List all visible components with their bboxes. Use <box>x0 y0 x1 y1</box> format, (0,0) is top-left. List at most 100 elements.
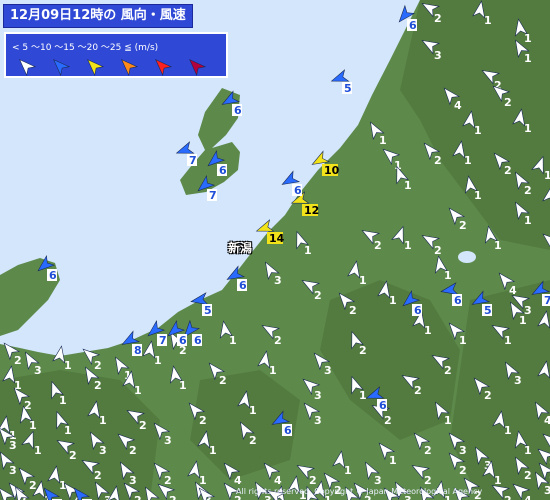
wind-speed-label: 2 <box>314 289 322 302</box>
wind-speed-label: 1 <box>154 354 162 367</box>
wind-speed-label: 2 <box>524 469 532 482</box>
legend-arrow <box>189 59 207 76</box>
wind-speed-label: 1 <box>484 14 492 27</box>
wind-speed-label: 1 <box>199 474 207 487</box>
wind-speed-label: 3 <box>129 474 137 487</box>
wind-speed-label: 1 <box>424 324 432 337</box>
wind-speed-label: 2 <box>524 184 532 197</box>
wind-speed-label: 2 <box>504 494 512 500</box>
wind-speed-label: 6 <box>409 19 417 32</box>
wind-speed-label: 1 <box>524 122 532 135</box>
wind-speed-label: 1 <box>524 52 532 65</box>
wind-speed-label: 2 <box>129 444 137 457</box>
wind-speed-label: 1 <box>524 32 532 45</box>
wind-speed-label: 2 <box>94 469 102 482</box>
copyright-text: All rights reserved. Copyright © Japan M… <box>236 487 483 496</box>
wind-speed-label: 1 <box>389 454 397 467</box>
city-label-niigata: 新潟 <box>228 241 253 255</box>
wind-speed-label: 2 <box>459 464 467 477</box>
wind-speed-label: 2 <box>309 474 317 487</box>
wind-speed-label: 1 <box>134 384 142 397</box>
wind-speed-label: 5 <box>204 304 212 317</box>
wind-speed-label: 2 <box>69 449 77 462</box>
wind-speed-label: 1 <box>459 334 467 347</box>
wind-speed-label: 5 <box>484 304 492 317</box>
wind-speed-label: 1 <box>524 444 532 457</box>
wind-speed-label: 1 <box>504 424 512 437</box>
wind-speed-label: 2 <box>164 474 172 487</box>
wind-speed-label: 6 <box>284 424 292 437</box>
wind-speed-label: 2 <box>134 494 142 500</box>
wind-speed-label: 7 <box>209 189 217 202</box>
wind-speed-label: 2 <box>504 96 512 109</box>
wind-speed-label: 3 <box>514 374 522 387</box>
wind-speed-label: 7 <box>189 154 197 167</box>
wind-speed-label: 1 <box>444 414 452 427</box>
legend-arrow <box>155 59 173 76</box>
wind-speed-label: 6 <box>454 294 462 307</box>
wind-speed-label: 3 <box>314 389 322 402</box>
wind-speed-label: 7 <box>544 294 550 307</box>
wind-speed-label: 1 <box>34 444 42 457</box>
wind-speed-label: 6 <box>179 334 187 347</box>
wind-speed-label: 3 <box>374 474 382 487</box>
wind-speed-label: 1 <box>59 394 67 407</box>
wind-speed-label: 1 <box>519 314 527 327</box>
wind-speed-label: 3 <box>164 434 172 447</box>
wind-speed-label: 5 <box>344 82 352 95</box>
legend-arrow <box>19 59 37 76</box>
map-title: 12月09日12時の 風向・風速 <box>3 4 193 28</box>
wind-speed-label: 2 <box>219 374 227 387</box>
wind-speed-label: 3 <box>274 274 282 287</box>
wind-speed-label: 12 <box>304 204 319 217</box>
wind-speed-label: 6 <box>234 104 242 117</box>
wind-speed-label: 7 <box>159 334 167 347</box>
wind-speed-label: 2 <box>424 444 432 457</box>
wind-speed-label: 2 <box>374 239 382 252</box>
legend-arrows <box>19 59 207 76</box>
wind-speed-label: 1 <box>474 189 482 202</box>
wind-speed-label: 6 <box>194 334 202 347</box>
wind-speed-label: 4 <box>509 284 517 297</box>
wind-speed-label: 3 <box>459 444 467 457</box>
legend-arrow <box>53 59 71 76</box>
wind-speed-label: 1 <box>344 464 352 477</box>
wind-speed-label: 1 <box>249 404 257 417</box>
wind-speed-label: 4 <box>524 494 532 500</box>
wind-speed-label: 1 <box>14 379 22 392</box>
wind-speed-label: 2 <box>484 389 492 402</box>
wind-speed-label: 3 <box>314 414 322 427</box>
wind-speed-label: 3 <box>324 364 332 377</box>
wind-speed-label: 2 <box>349 304 357 317</box>
wind-speed-label: 1 <box>179 379 187 392</box>
wind-speed-label: 1 <box>29 419 37 432</box>
wind-speed-label: 3 <box>434 49 442 62</box>
wind-speed-label: 1 <box>209 444 217 457</box>
wind-speed-label: 3 <box>34 364 42 377</box>
wind-speed-label: 2 <box>504 164 512 177</box>
wind-speed-label: 1 <box>359 389 367 402</box>
wind-speed-label: 14 <box>269 232 285 245</box>
legend-arrow <box>87 59 105 76</box>
wind-speed-label: 6 <box>414 304 422 317</box>
lake <box>458 251 476 263</box>
wind-speed-label: 6 <box>49 269 57 282</box>
wind-speed-label: 2 <box>14 354 22 367</box>
wind-speed-label: 1 <box>99 414 107 427</box>
wind-speed-label: 1 <box>404 179 412 192</box>
wind-speed-label: 1 <box>494 239 502 252</box>
wind-speed-label: 1 <box>544 169 550 182</box>
wind-speed-label: 4 <box>274 474 282 487</box>
wind-speed-label: 2 <box>139 419 147 432</box>
legend-scale-text: < 5 ～10 ～15 ～20 ～25 ≦ (m/s) <box>12 43 159 53</box>
wind-speed-label: 1 <box>379 134 387 147</box>
wind-speed-label: 2 <box>434 154 442 167</box>
wind-speed-label: 2 <box>249 434 257 447</box>
wind-speed-label: 4 <box>544 414 550 427</box>
wind-speed-label: 1 <box>464 154 472 167</box>
wind-speed-label: 2 <box>414 384 422 397</box>
wind-speed-label: 2 <box>29 479 37 492</box>
wind-speed-label: 1 <box>269 364 277 377</box>
wind-speed-label: 3 <box>9 439 17 452</box>
wind-speed-label: 2 <box>384 414 392 427</box>
